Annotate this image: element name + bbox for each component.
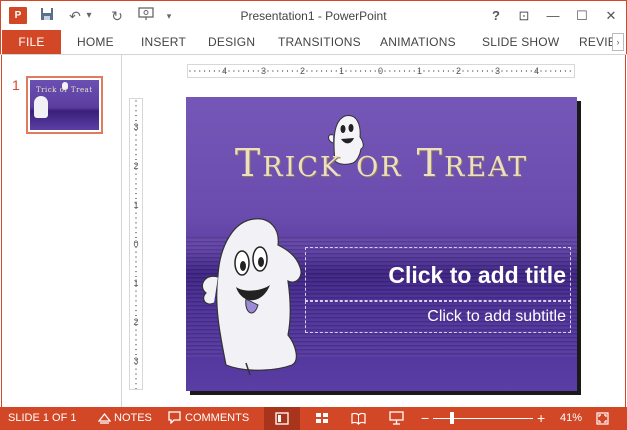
comments-button[interactable]: COMMENTS: [185, 407, 249, 430]
tab-transitions[interactable]: TRANSITIONS: [278, 30, 361, 54]
subtitle-placeholder-text: Click to add subtitle: [427, 308, 566, 325]
title-placeholder-text: Click to add title: [388, 262, 566, 288]
tab-animations[interactable]: ANIMATIONS: [380, 30, 456, 54]
tab-home[interactable]: HOME: [77, 30, 114, 54]
large-ghost-image: [201, 218, 302, 375]
ruler-label: 4: [534, 66, 540, 76]
ruler-label: 2: [133, 161, 139, 171]
slide-counter[interactable]: SLIDE 1 OF 1: [8, 407, 76, 430]
title-placeholder[interactable]: Click to add title: [305, 247, 571, 301]
minimize-button[interactable]: —: [542, 6, 564, 26]
slide-banner-text: Trick or Treat: [234, 141, 529, 185]
tab-review[interactable]: REVIEW: [579, 30, 613, 54]
tab-design[interactable]: DESIGN: [208, 30, 255, 54]
ruler-label: 2: [133, 317, 139, 327]
maximize-button[interactable]: ☐: [571, 6, 593, 26]
ruler-label: 2: [456, 66, 462, 76]
title-bar: P ↶ ▾ ↻ ▾ Presentation1 - PowerPoint ? ⊡…: [0, 0, 627, 30]
close-button[interactable]: ✕: [600, 6, 622, 26]
slide-canvas[interactable]: Trick or Treat Click to add title Click …: [186, 97, 577, 391]
normal-view-button[interactable]: [264, 407, 300, 430]
ruler-label: 0: [133, 239, 139, 249]
ruler-label: 2: [300, 66, 306, 76]
ribbon-scroll-right-button[interactable]: ›: [612, 33, 624, 51]
normal-view-icon: [275, 412, 289, 425]
thumbnail-slide-number: 1: [12, 77, 20, 93]
notes-icon: [97, 411, 112, 426]
ruler-label: 0: [378, 66, 384, 76]
ruler-label: 4: [222, 66, 228, 76]
fit-to-window-icon: [596, 412, 609, 425]
thumbnail-preview: Trick or Treat: [30, 80, 99, 130]
ribbon-display-options-icon[interactable]: ⊡: [513, 6, 535, 26]
notes-button[interactable]: NOTES: [114, 407, 152, 430]
slide-show-button[interactable]: [386, 407, 406, 430]
slide-sorter-icon: [316, 413, 328, 423]
ruler-label: 1: [417, 66, 423, 76]
slide-thumbnail-pane: 1 Trick or Treat: [1, 55, 121, 407]
thumbnail-banner-text: Trick or Treat: [36, 86, 93, 94]
comments-icon: [167, 411, 182, 426]
ruler-label: 1: [339, 66, 345, 76]
ruler-label: 1: [133, 278, 139, 288]
ruler-label: 3: [133, 356, 139, 366]
ruler-label: 3: [261, 66, 267, 76]
ruler-label: 3: [133, 122, 139, 132]
thumbnail-ghost-image: [34, 96, 48, 118]
ribbon-tabs: FILE HOME INSERT DESIGN TRANSITIONS ANIM…: [0, 30, 627, 54]
reading-view-button[interactable]: [348, 407, 368, 430]
ruler-label: 3: [495, 66, 501, 76]
vertical-ruler[interactable]: 3 2 1 0 1 2 3: [129, 98, 143, 390]
tab-insert[interactable]: INSERT: [141, 30, 186, 54]
zoom-out-button[interactable]: −: [421, 407, 429, 430]
tab-file[interactable]: FILE: [2, 30, 61, 54]
tab-slide-show[interactable]: SLIDE SHOW: [482, 30, 559, 54]
zoom-slider-track[interactable]: [433, 418, 533, 419]
status-bar: SLIDE 1 OF 1 NOTES COMMENTS − + 41%: [0, 407, 627, 430]
reading-view-icon: [351, 412, 366, 425]
horizontal-ruler[interactable]: 4 3 2 1 0 1 2 3 4: [187, 64, 575, 78]
slide-thumbnail[interactable]: Trick or Treat: [26, 76, 103, 134]
fit-slide-to-window-button[interactable]: [595, 407, 611, 430]
slide-sorter-button[interactable]: [312, 407, 332, 430]
zoom-level[interactable]: 41%: [560, 407, 582, 430]
slide-show-icon: [389, 411, 404, 425]
zoom-in-button[interactable]: +: [537, 407, 545, 430]
subtitle-placeholder[interactable]: Click to add subtitle: [305, 301, 571, 333]
zoom-slider-thumb[interactable]: [450, 412, 454, 424]
ruler-label: 1: [133, 200, 139, 210]
help-button[interactable]: ?: [485, 6, 507, 26]
